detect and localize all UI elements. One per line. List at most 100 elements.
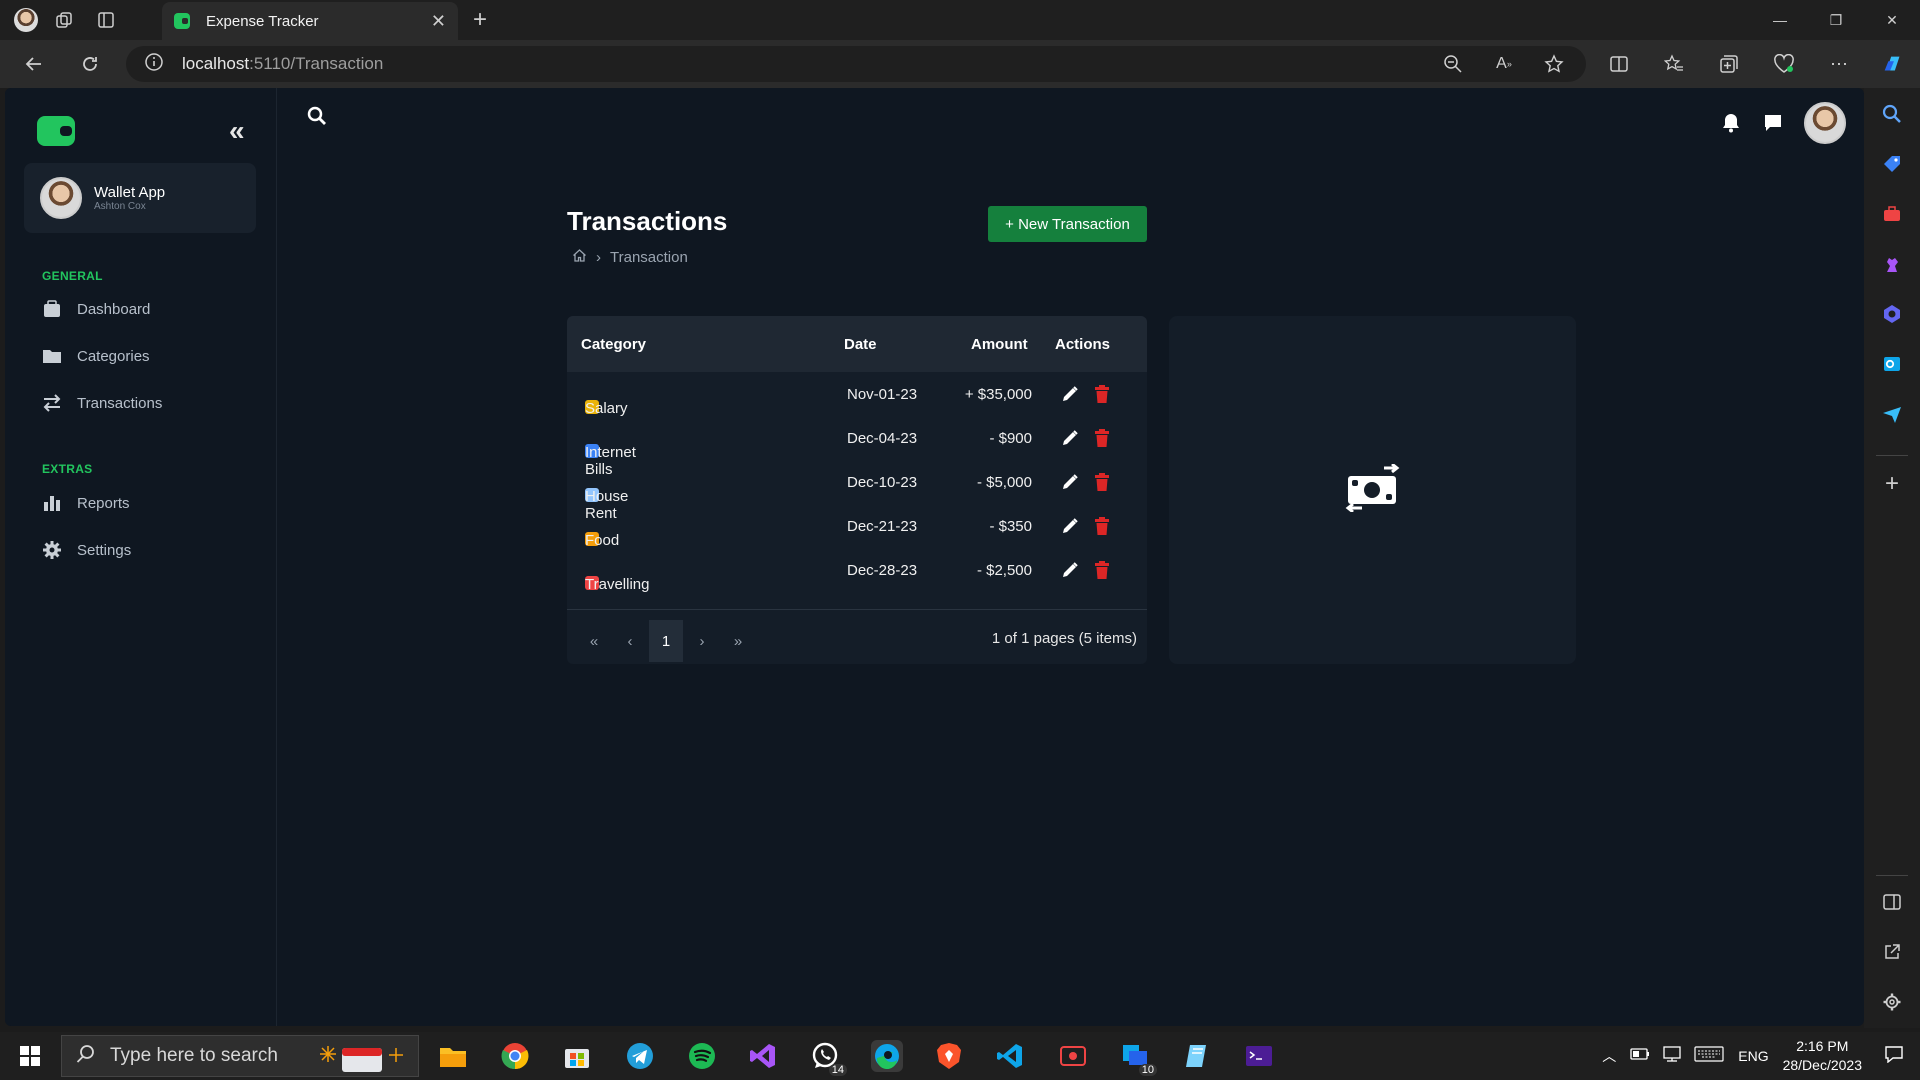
table-row[interactable]: Food Dec-21-23 - $350 — [567, 504, 1147, 549]
shopping-tag-icon[interactable] — [1880, 152, 1904, 176]
outlook-icon[interactable] — [1880, 352, 1904, 376]
copilot-icon[interactable] — [1881, 52, 1905, 76]
edge-search-icon[interactable] — [1880, 102, 1904, 126]
table-row[interactable]: Travelling Dec-28-23 - $2,500 — [567, 548, 1147, 593]
spotify-icon[interactable] — [686, 1040, 718, 1072]
tray-chevron-icon[interactable]: ︿ — [1602, 1046, 1616, 1066]
new-tab-icon[interactable]: + — [468, 6, 492, 33]
network-icon[interactable] — [1662, 1045, 1682, 1068]
refresh-icon[interactable] — [78, 52, 102, 76]
screen-recorder-icon[interactable] — [1057, 1040, 1089, 1072]
add-sidebar-app-icon[interactable]: + — [1880, 470, 1904, 497]
restore-icon[interactable]: ❐ — [1808, 0, 1864, 40]
sidebar-item-dashboard[interactable]: Dashboard — [41, 298, 150, 320]
sidebar-item-categories[interactable]: Categories — [41, 345, 150, 367]
taskbar-search[interactable]: Type here to search — [61, 1035, 419, 1077]
delete-trash-icon[interactable] — [1094, 517, 1110, 539]
sidebar-item-reports[interactable]: Reports — [41, 492, 130, 514]
battery-icon[interactable] — [1630, 1047, 1650, 1066]
minimize-icon[interactable]: — — [1752, 0, 1808, 40]
tools-icon[interactable] — [1880, 202, 1904, 226]
zoom-out-icon[interactable] — [1441, 52, 1465, 76]
home-icon[interactable] — [572, 248, 587, 267]
more-options-icon[interactable]: ⋯ — [1827, 52, 1851, 76]
whatsapp-icon[interactable]: 14 — [809, 1040, 847, 1076]
read-aloud-icon[interactable]: A» — [1492, 52, 1516, 76]
notes-app-icon[interactable] — [1181, 1040, 1213, 1072]
clock[interactable]: 2:16 PM 28/Dec/2023 — [1783, 1037, 1862, 1075]
collapse-sidebar-icon[interactable]: « — [229, 117, 245, 145]
page-number-button[interactable]: 1 — [649, 620, 683, 662]
window-close-icon[interactable]: ✕ — [1864, 0, 1920, 40]
vscode-icon[interactable] — [994, 1040, 1026, 1072]
browser-essentials-icon[interactable] — [1772, 52, 1796, 76]
clock-date: 28/Dec/2023 — [1782, 1057, 1862, 1073]
edit-pencil-icon[interactable] — [1061, 517, 1079, 539]
new-transaction-button[interactable]: + New Transaction — [988, 206, 1147, 242]
transactions-table: Category Date Amount Actions Salary Nov-0… — [567, 316, 1147, 664]
profile-avatar-icon[interactable] — [14, 8, 38, 32]
header-actions: Actions — [1055, 336, 1111, 353]
edit-pencil-icon[interactable] — [1061, 429, 1079, 451]
prev-page-icon[interactable]: ‹ — [613, 620, 647, 662]
vertical-tabs-icon[interactable] — [94, 8, 118, 32]
workspaces-icon[interactable] — [52, 8, 76, 32]
terminal-icon[interactable] — [1243, 1040, 1275, 1072]
visual-studio-icon[interactable] — [747, 1040, 779, 1072]
table-row[interactable]: House Rent Dec-10-23- $5,000 — [567, 460, 1147, 522]
search-icon[interactable] — [307, 106, 327, 131]
last-page-icon[interactable]: » — [721, 620, 755, 662]
sidebar-settings-icon[interactable] — [1880, 990, 1904, 1014]
microsoft-store-icon[interactable] — [561, 1040, 593, 1072]
table-row[interactable]: Salary Nov-01-23 + $35,000 — [567, 372, 1147, 417]
keyboard-icon[interactable] — [1694, 1045, 1724, 1067]
delete-trash-icon[interactable] — [1094, 385, 1110, 407]
split-screen-icon[interactable] — [1607, 52, 1631, 76]
chrome-icon[interactable] — [499, 1040, 531, 1072]
edit-pencil-icon[interactable] — [1061, 561, 1079, 583]
language-indicator[interactable]: ENG — [1738, 1048, 1768, 1064]
favorites-icon[interactable] — [1662, 52, 1686, 76]
browser-nav-bar: localhost:5110/Transaction A» ⋯ — [0, 40, 1920, 88]
collections-icon[interactable] — [1717, 52, 1741, 76]
profile-card[interactable]: Wallet App Ashton Cox — [24, 163, 256, 233]
site-info-icon[interactable] — [144, 52, 164, 77]
address-bar[interactable]: localhost:5110/Transaction — [126, 46, 1586, 82]
tab-close-icon[interactable]: ✕ — [431, 11, 446, 32]
telegram-icon[interactable] — [624, 1040, 656, 1072]
url-text: localhost:5110/Transaction — [182, 54, 383, 74]
file-explorer-icon[interactable] — [437, 1040, 469, 1072]
bell-icon[interactable] — [1720, 112, 1742, 134]
copilot-app-icon[interactable] — [1880, 302, 1904, 326]
open-external-icon[interactable] — [1880, 940, 1904, 964]
mail-icon[interactable]: 10 — [1119, 1040, 1157, 1076]
notifications-icon[interactable] — [1884, 1045, 1904, 1068]
first-page-icon[interactable]: « — [577, 620, 611, 662]
delete-trash-icon[interactable] — [1094, 473, 1110, 495]
delete-trash-icon[interactable] — [1094, 429, 1110, 451]
mail-badge: 10 — [1138, 1064, 1157, 1076]
sidebar: « Wallet App Ashton Cox GENERAL Dashboar… — [5, 88, 277, 1026]
edge-icon[interactable] — [871, 1040, 903, 1072]
favorite-star-icon[interactable] — [1542, 52, 1566, 76]
sidebar-item-transactions[interactable]: Transactions — [41, 392, 162, 414]
delete-trash-icon[interactable] — [1094, 561, 1110, 583]
header-category[interactable]: Category — [581, 336, 646, 353]
games-icon[interactable] — [1880, 252, 1904, 276]
brave-icon[interactable] — [933, 1040, 965, 1072]
hide-sidebar-icon[interactable] — [1880, 890, 1904, 914]
next-page-icon[interactable]: › — [685, 620, 719, 662]
edit-pencil-icon[interactable] — [1061, 385, 1079, 407]
edit-pencil-icon[interactable] — [1061, 473, 1079, 495]
send-icon[interactable] — [1880, 402, 1904, 426]
row-amount: + $35,000 — [964, 386, 1032, 403]
user-avatar[interactable] — [1804, 102, 1846, 144]
sidebar-item-settings[interactable]: Settings — [41, 539, 131, 561]
active-tab[interactable]: Expense Tracker ✕ — [162, 2, 458, 40]
chat-icon[interactable] — [1762, 112, 1784, 134]
table-row[interactable]: Internet Bills Dec-04-23- $900 — [567, 416, 1147, 478]
back-icon[interactable] — [22, 52, 46, 76]
windows-start-icon[interactable] — [14, 1040, 46, 1072]
header-date[interactable]: Date — [844, 336, 877, 353]
header-amount[interactable]: Amount — [971, 336, 1028, 353]
